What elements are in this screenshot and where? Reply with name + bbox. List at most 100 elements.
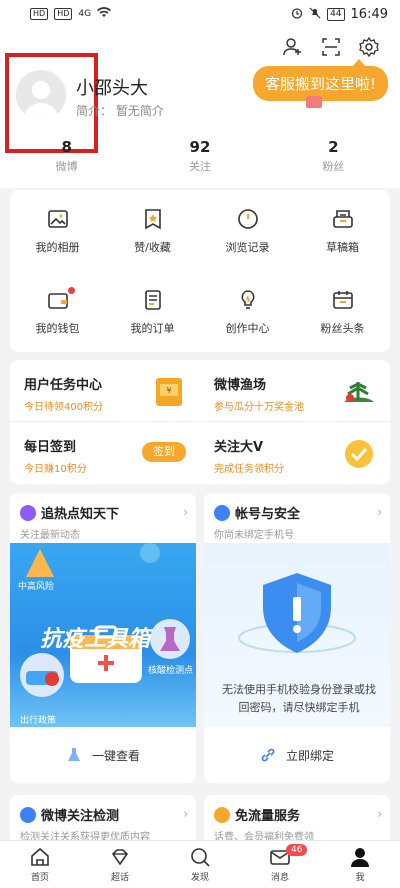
- mute-icon: [309, 7, 321, 22]
- grid-label: 我的钱包: [35, 321, 80, 335]
- nav-messages[interactable]: 46 消息: [240, 841, 320, 888]
- stat-label: 微博: [55, 160, 78, 173]
- wifi-icon: [97, 7, 112, 21]
- action-label: 一键查看: [91, 748, 140, 763]
- nav-label: 我: [355, 873, 365, 883]
- check-icon: [20, 806, 36, 823]
- person-icon: [351, 848, 369, 867]
- card-sub: 关注最新动态: [20, 530, 80, 541]
- task-user-center[interactable]: 用户任务中心 今日待领400积分 ¥: [10, 360, 200, 422]
- tasks-card: 用户任务中心 今日待领400积分 ¥ 微博渔场 参与瓜分十万奖金池 每日签到 今…: [10, 360, 390, 484]
- stat-fans[interactable]: 2 粉丝: [267, 138, 400, 174]
- data-icon: [214, 806, 230, 823]
- nav-me[interactable]: 我: [320, 841, 400, 888]
- bind-warning: 无法使用手机校验身份登录或找回密码，请尽快绑定手机: [222, 683, 376, 714]
- signal-indicator: 4G: [78, 9, 92, 19]
- card-sub: 你尚未绑定手机号: [214, 530, 294, 541]
- notification-dot: [68, 287, 75, 294]
- bottom-nav: 首页 超话 发现 46 消息 我: [0, 840, 400, 888]
- chip-travel-policy[interactable]: 出行政策: [20, 713, 56, 726]
- message-badge: 46: [286, 844, 308, 856]
- nav-label: 发现: [190, 873, 209, 883]
- task-daily-signin[interactable]: 每日签到 今日赚10积分 签到: [10, 422, 200, 484]
- chevron-right-icon: ›: [377, 807, 382, 821]
- grid-item-drafts[interactable]: 草稿箱: [295, 190, 390, 271]
- grid-label: 粉丝头条: [320, 321, 365, 335]
- clock: 16:49: [350, 6, 388, 22]
- nav-discover[interactable]: 发现: [160, 841, 240, 888]
- hot-topic-card[interactable]: 追热点知天下 关注最新动态 › 中高风险 抗疫工具箱 核酸检测点 出行政策 一键…: [10, 493, 196, 783]
- nav-label: 超话: [110, 873, 129, 883]
- stat-label: 关注: [188, 160, 211, 173]
- status-bar: HD HD 4G 44 16:49: [0, 0, 400, 28]
- stat-num: 2: [328, 138, 339, 156]
- task-fishery[interactable]: 微博渔场 参与瓜分十万奖金池: [200, 360, 390, 422]
- grid-item-history[interactable]: 浏览记录: [200, 190, 295, 271]
- task-sub: 今日赚10积分: [24, 464, 87, 475]
- nav-label: 消息: [270, 873, 289, 883]
- grid-item-creator[interactable]: 创作中心: [200, 271, 295, 352]
- stats-row: 8 微博 92 关注 2 粉丝: [0, 138, 400, 174]
- scan-icon[interactable]: [320, 36, 342, 58]
- calendar-icon: [332, 290, 353, 309]
- grid-label: 浏览记录: [225, 240, 270, 254]
- chevron-right-icon: ›: [183, 505, 188, 519]
- island-icon: [344, 382, 374, 402]
- diamond-icon: [111, 849, 129, 866]
- sim2-indicator: HD: [54, 8, 73, 20]
- task-follow-v[interactable]: 关注大V 完成任务领积分: [200, 422, 390, 484]
- chip-high-risk[interactable]: 中高风险: [18, 579, 54, 592]
- signin-button[interactable]: 签到: [142, 442, 186, 462]
- username[interactable]: 小邵头大: [76, 74, 148, 100]
- lightbulb-icon: [241, 289, 254, 309]
- order-icon: [144, 289, 161, 310]
- flask-icon: [67, 748, 80, 761]
- grid-item-fan-headline[interactable]: 粉丝头条: [295, 271, 390, 352]
- shortcut-grid-card: 我的相册 赞/收藏 浏览记录 草稿箱 我的钱包 我的订单 创作中心 粉丝头条: [10, 190, 390, 352]
- profile-header: 客服搬到这里啦! 小邵头大 简介： 暂无简介 8 微博 92 关注 2 粉丝: [0, 28, 400, 188]
- battery-indicator: 44: [327, 7, 345, 21]
- shield-icon: [238, 573, 356, 653]
- card-title: 帐号与安全: [235, 507, 301, 522]
- stat-label: 粉丝: [322, 160, 345, 173]
- star-icon: [144, 208, 161, 229]
- grid-label: 草稿箱: [326, 240, 359, 254]
- view-all-button[interactable]: 一键查看: [10, 727, 196, 783]
- account-security-card[interactable]: 帐号与安全 你尚未绑定手机号 › 无法使用手机校验身份登录或找回密码，请尽快绑定…: [204, 493, 390, 783]
- nav-home[interactable]: 首页: [0, 841, 80, 888]
- grid-label: 创作中心: [225, 321, 270, 335]
- bio: 简介： 暂无简介: [76, 102, 164, 119]
- chip-testing-site[interactable]: 核酸检测点: [148, 663, 193, 676]
- stat-following[interactable]: 92 关注: [133, 138, 266, 174]
- gift-icon[interactable]: [306, 96, 322, 108]
- clock-icon: [237, 208, 258, 229]
- grid-label: 我的相册: [35, 240, 80, 254]
- stat-weibo[interactable]: 8 微博: [0, 138, 133, 174]
- nav-topics[interactable]: 超话: [80, 841, 160, 888]
- alarm-badge-icon: [20, 504, 36, 521]
- stat-num: 92: [189, 138, 211, 156]
- stat-num: 8: [61, 138, 72, 156]
- banner-title: 抗疫工具箱: [40, 627, 151, 652]
- epidemic-toolbox-banner[interactable]: 中高风险 抗疫工具箱 核酸检测点 出行政策: [10, 543, 196, 727]
- chevron-right-icon: ›: [377, 505, 382, 519]
- bind-phone-button[interactable]: 立即绑定: [204, 727, 390, 783]
- grid-item-orders[interactable]: 我的订单: [105, 271, 200, 352]
- settings-icon[interactable]: [358, 36, 380, 58]
- alarm-icon: [291, 7, 303, 22]
- bio-value: 暂无简介: [115, 104, 164, 118]
- card-title: 追热点知天下: [41, 507, 120, 522]
- search-icon: [191, 848, 210, 867]
- action-label: 立即绑定: [285, 748, 334, 763]
- grid-item-wallet[interactable]: 我的钱包: [10, 271, 105, 352]
- card-title: 微博关注检测: [41, 809, 120, 824]
- grid-item-likes[interactable]: 赞/收藏: [105, 190, 200, 271]
- chevron-right-icon: ›: [183, 807, 188, 821]
- coupon-icon: ¥: [156, 378, 182, 406]
- draft-box-icon: [332, 209, 353, 228]
- photo-icon: [47, 209, 68, 228]
- home-icon: [31, 847, 49, 866]
- grid-item-album[interactable]: 我的相册: [10, 190, 105, 271]
- check-badge-icon: [345, 440, 373, 468]
- add-friend-icon[interactable]: [282, 36, 304, 58]
